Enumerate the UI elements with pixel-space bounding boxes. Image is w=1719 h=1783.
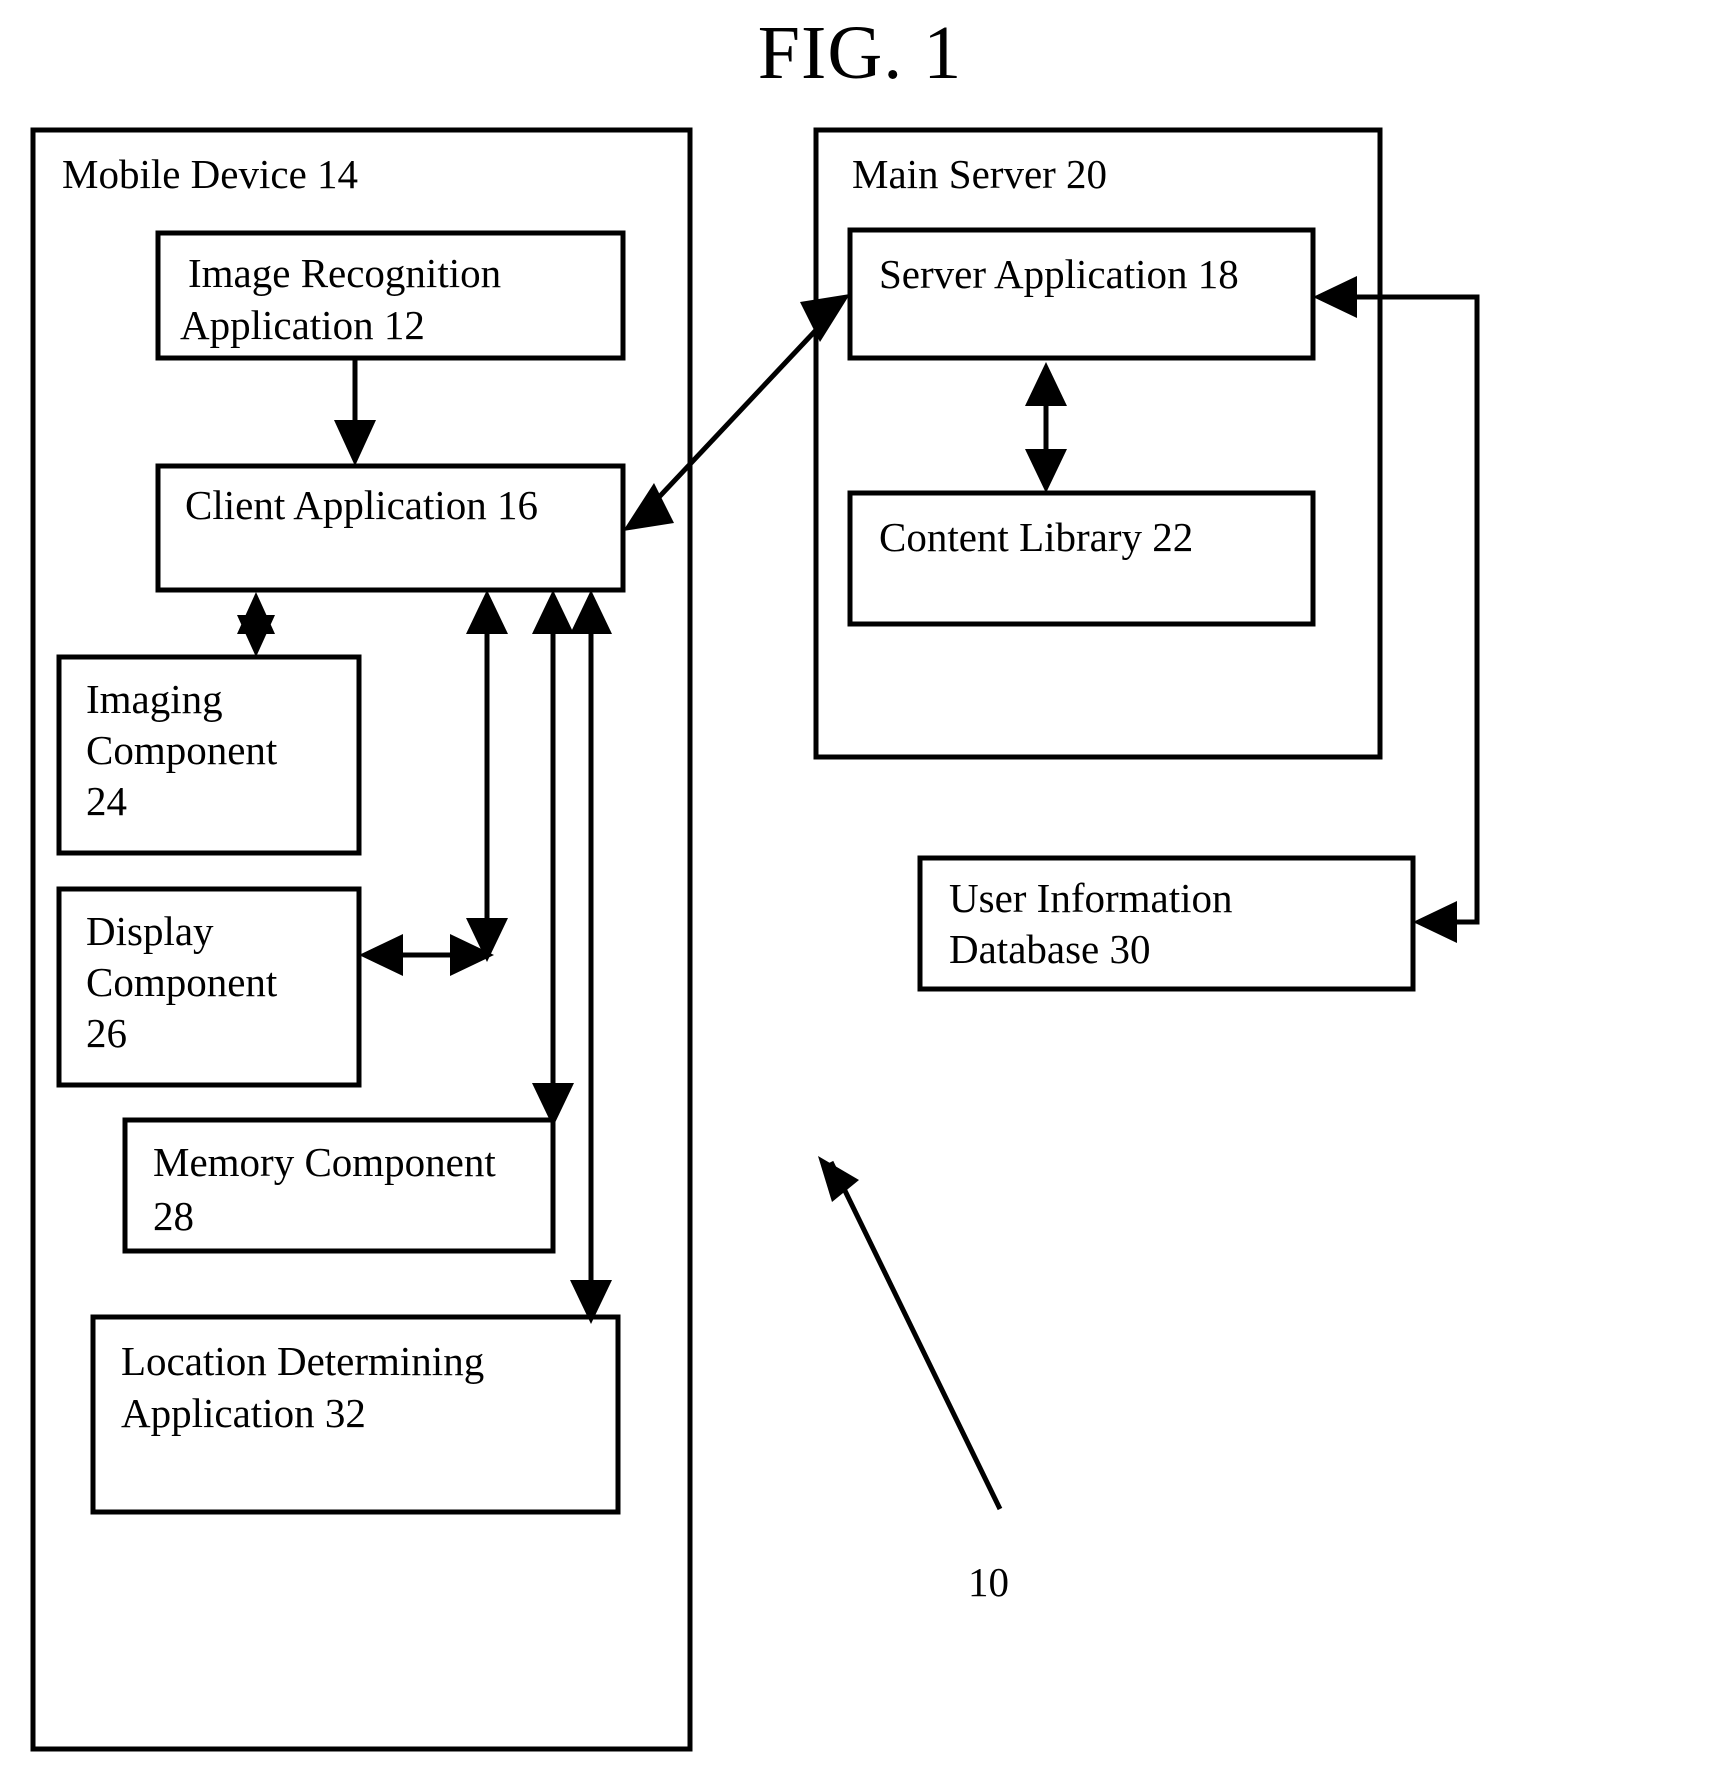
connector-imagerec-to-client [334,358,376,466]
location-determining-application-line1: Location Determining [121,1338,484,1384]
display-component-line2: Component [86,959,278,1005]
imaging-component-line2: Component [86,727,278,773]
user-information-database-line2: Database 30 [949,926,1151,972]
imaging-component-line1: Imaging [86,676,223,722]
connector-database-to-server [1380,294,1480,943]
server-application-label: Server Application 18 [879,251,1239,297]
figure-container: FIG. 1 Mobile Device 14 Main Server 20 I… [0,0,1719,1783]
connector-display-to-client [359,590,508,976]
location-determining-application-line2: Application 32 [121,1390,366,1436]
memory-component-line2: 28 [153,1193,194,1239]
system-reference-numeral: 10 [968,1559,1009,1605]
image-recognition-application-line2: Application 12 [180,302,425,348]
main-server-container [813,127,1383,760]
patent-figure-diagram: FIG. 1 Mobile Device 14 Main Server 20 I… [30,11,1480,1752]
connector-location-to-client [570,590,612,1324]
system-reference-leader [818,1156,1003,1511]
user-information-database-line1: User Information [949,875,1233,921]
image-recognition-application-line1: Image Recognition [188,250,501,296]
memory-component-line1: Memory Component [153,1139,496,1185]
connector-server-contentlibrary-bidirectional [1025,362,1067,493]
connector-into-server-application [1313,276,1380,318]
imaging-component-line3: 24 [86,778,127,824]
figure-title: FIG. 1 [758,11,962,95]
display-component-line1: Display [86,908,214,954]
mobile-device-label: Mobile Device 14 [62,151,358,197]
content-library-label: Content Library 22 [879,514,1193,560]
display-component-line3: 26 [86,1010,127,1056]
main-server-label: Main Server 20 [852,151,1107,197]
connector-client-imaging-bidirectional [237,592,275,657]
connector-memory-to-client [532,590,574,1127]
client-application-label: Client Application 16 [185,482,538,528]
